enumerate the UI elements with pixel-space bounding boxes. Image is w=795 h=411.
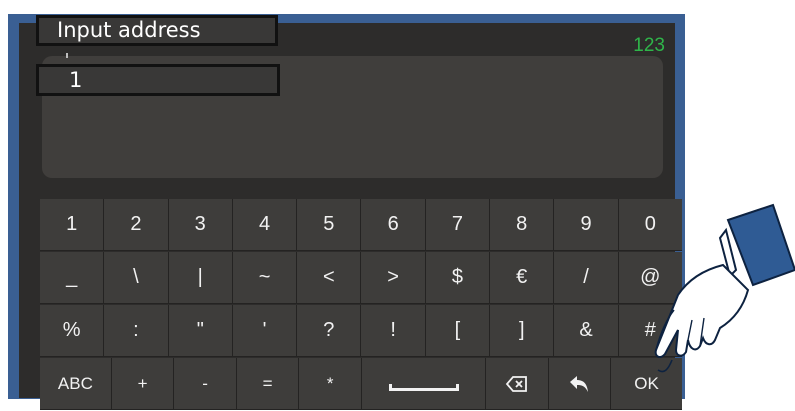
address-value-field[interactable]: 1	[36, 64, 280, 96]
pointing-hand-icon	[654, 203, 795, 373]
return-arrow-icon	[570, 375, 589, 392]
key-7[interactable]: 7	[425, 199, 491, 251]
key-left-bracket[interactable]: [	[425, 305, 491, 357]
key-backslash[interactable]: \	[104, 252, 169, 304]
backspace-key[interactable]	[486, 358, 549, 410]
key-right-bracket[interactable]: ]	[490, 305, 555, 357]
key-question[interactable]: ?	[297, 305, 362, 357]
key-pipe[interactable]: |	[168, 252, 233, 304]
text-caret	[66, 53, 68, 58]
space-key[interactable]	[361, 358, 487, 410]
key-dollar[interactable]: $	[425, 252, 491, 304]
key-3[interactable]: 3	[168, 199, 233, 251]
input-mode-label[interactable]: 123	[633, 35, 665, 57]
abc-key[interactable]: ABC	[40, 358, 112, 410]
key-slash[interactable]: /	[554, 252, 619, 304]
key-4[interactable]: 4	[232, 199, 298, 251]
input-address-label: Input address	[36, 15, 278, 46]
key-tilde[interactable]: ~	[232, 252, 298, 304]
key-6[interactable]: 6	[361, 199, 426, 251]
return-key[interactable]	[548, 358, 612, 410]
key-asterisk[interactable]: *	[299, 358, 362, 410]
key-minus[interactable]: -	[174, 358, 237, 410]
key-percent[interactable]: %	[40, 305, 105, 357]
key-9[interactable]: 9	[554, 199, 619, 251]
key-equals[interactable]: =	[236, 358, 300, 410]
key-5[interactable]: 5	[297, 199, 362, 251]
on-screen-keyboard: 1 2 3 4 5 6 7 8 9 0 _ \ | ~ < > $ € / @ …	[40, 199, 682, 411]
key-less-than[interactable]: <	[297, 252, 362, 304]
key-underscore[interactable]: _	[40, 252, 105, 304]
key-2[interactable]: 2	[104, 199, 169, 251]
keyboard-row-bottom: ABC + - = * OK	[40, 358, 682, 410]
keyboard-row-symbols-1: _ \ | ~ < > $ € / @	[40, 252, 682, 304]
key-greater-than[interactable]: >	[361, 252, 426, 304]
key-double-quote[interactable]: "	[168, 305, 233, 357]
space-bar-icon	[388, 384, 459, 391]
key-8[interactable]: 8	[490, 199, 555, 251]
keyboard-row-symbols-2: % : " ' ? ! [ ] & #	[40, 305, 682, 357]
key-exclamation[interactable]: !	[361, 305, 426, 357]
key-colon[interactable]: :	[104, 305, 169, 357]
backspace-icon	[505, 375, 527, 392]
key-ampersand[interactable]: &	[554, 305, 619, 357]
key-euro[interactable]: €	[490, 252, 555, 304]
key-1[interactable]: 1	[40, 199, 105, 251]
keyboard-row-digits: 1 2 3 4 5 6 7 8 9 0	[40, 199, 682, 251]
key-plus[interactable]: +	[111, 358, 175, 410]
key-apostrophe[interactable]: '	[232, 305, 298, 357]
